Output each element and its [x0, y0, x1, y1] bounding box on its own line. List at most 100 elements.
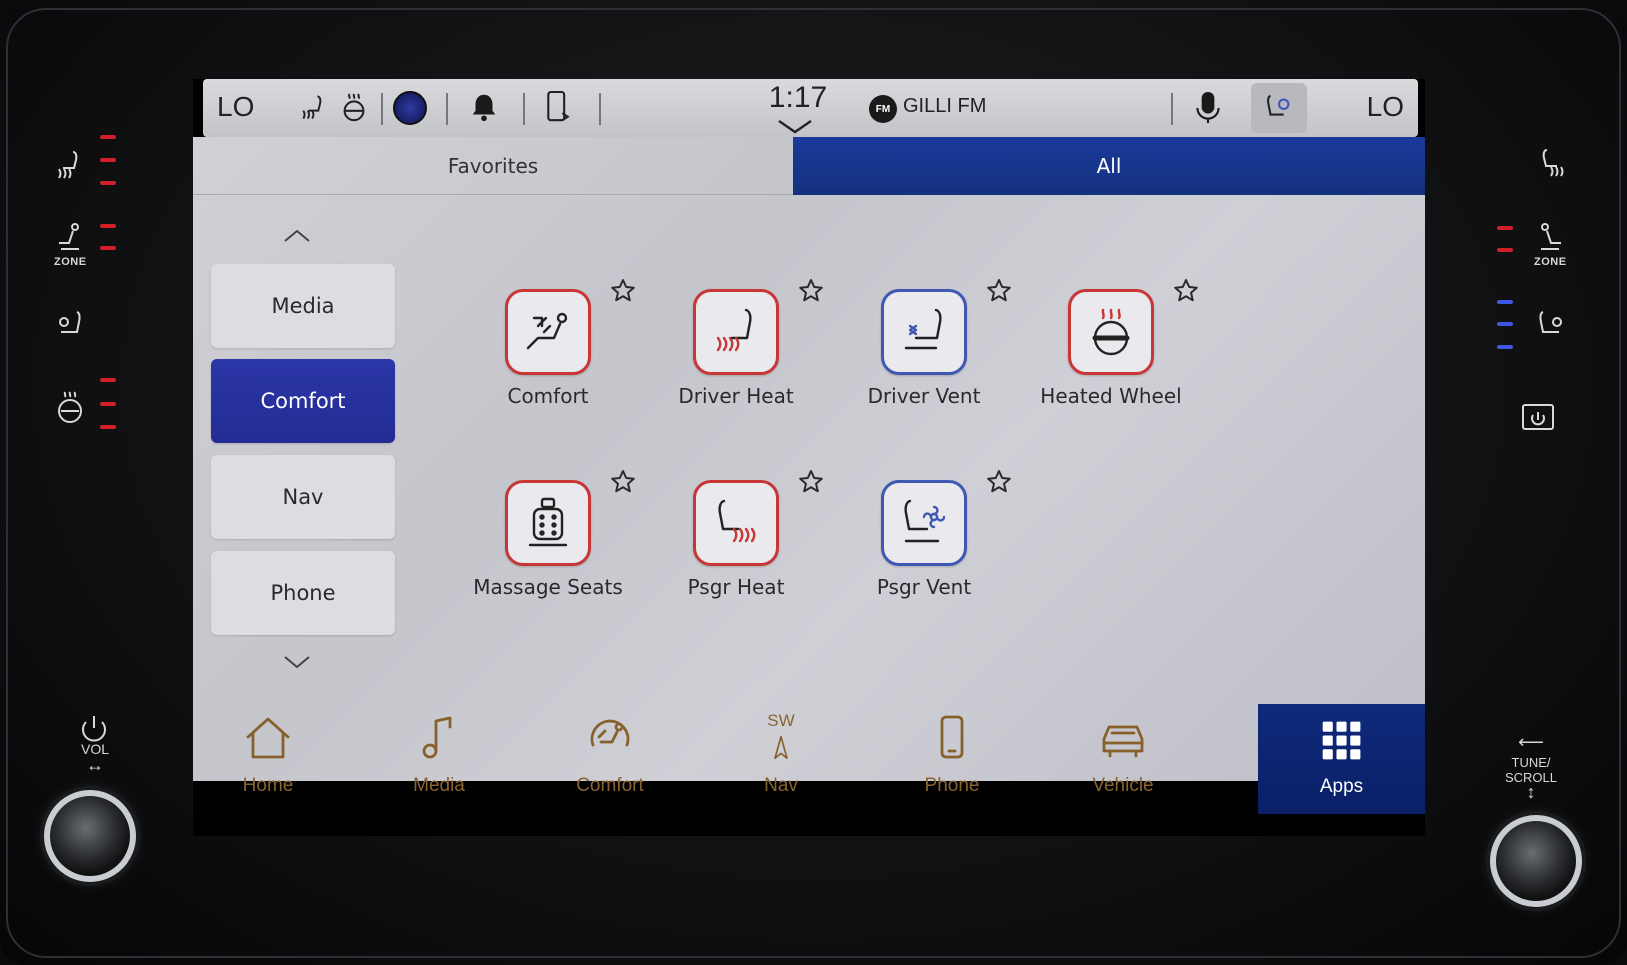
nav-comfort[interactable]: Comfort: [550, 713, 670, 836]
left-heat-led-3: [100, 181, 116, 185]
passenger-vent-status-button[interactable]: [1251, 83, 1307, 133]
seat-zone-icon: [59, 223, 79, 250]
app-label: Driver Vent: [867, 384, 981, 408]
comfort-icon: [590, 719, 630, 747]
app-massage-seats[interactable]: Massage Seats: [463, 470, 635, 640]
tune-scroll-knob[interactable]: [1490, 815, 1582, 907]
apps-grid-icon: [1322, 721, 1360, 760]
favorite-star-icon[interactable]: [797, 277, 825, 305]
nav-nav[interactable]: SW Nav: [721, 711, 841, 836]
seat-heat-icon: [58, 151, 78, 179]
status-separator: [523, 93, 525, 125]
right-zone-button[interactable]: [1530, 218, 1570, 258]
left-temp[interactable]: LO: [217, 91, 254, 123]
favorite-star-icon[interactable]: [797, 468, 825, 496]
app-driver-vent[interactable]: Driver Vent: [839, 279, 1011, 449]
massage-seat-icon[interactable]: [505, 480, 591, 566]
assistant-icon[interactable]: [393, 91, 427, 125]
status-separator: [599, 93, 601, 125]
nav-home[interactable]: Home: [208, 713, 328, 836]
tune-scroll-label: TUNE/ SCROLL: [1504, 755, 1558, 785]
screen-off-button[interactable]: [1515, 398, 1561, 438]
nav-home-label: Home: [242, 775, 294, 796]
nav-heading-label: SW: [767, 711, 795, 730]
favorite-star-icon[interactable]: [985, 468, 1013, 496]
favorite-star-icon[interactable]: [609, 468, 637, 496]
app-label: Heated Wheel: [1040, 384, 1182, 408]
app-comfort[interactable]: Comfort: [463, 279, 635, 449]
wheel-led-1: [100, 378, 116, 382]
tab-favorites[interactable]: Favorites: [193, 137, 793, 195]
app-passenger-vent[interactable]: Psgr Vent: [839, 470, 1011, 640]
passenger-seat-heat-button[interactable]: [1530, 143, 1570, 183]
tab-all[interactable]: All: [793, 137, 1425, 195]
left-heat-led-2: [100, 158, 116, 162]
favorite-star-icon[interactable]: [609, 277, 637, 305]
right-vent-led-1: [1497, 300, 1513, 304]
clock[interactable]: 1:17: [763, 81, 833, 115]
driver-seat-vent-button[interactable]: [50, 305, 90, 345]
radio-band-badge[interactable]: FM: [869, 95, 897, 123]
tune-back-arrow-icon: ⟵: [1518, 732, 1544, 752]
right-zone-led-1: [1497, 226, 1513, 230]
phone-connection-icon[interactable]: [543, 89, 577, 127]
driver-heat-icon[interactable]: [693, 289, 779, 375]
heated-wheel-button[interactable]: [50, 388, 90, 428]
status-separator: [446, 93, 448, 125]
favorite-star-icon[interactable]: [1172, 277, 1200, 305]
driver-seat-heat-status-icon[interactable]: [298, 93, 332, 125]
left-zone-button[interactable]: [50, 218, 90, 258]
music-note-icon: [422, 716, 452, 759]
right-vent-led-3: [1497, 345, 1513, 349]
heated-wheel-icon[interactable]: [1068, 289, 1154, 375]
status-bar: LO 1:17 FM GILLI FM LO: [203, 79, 1418, 137]
right-temp[interactable]: LO: [1367, 91, 1404, 123]
heated-wheel-status-icon[interactable]: [339, 93, 371, 125]
passenger-seat-vent-button[interactable]: [1530, 305, 1570, 345]
left-zone-led-2: [100, 246, 116, 250]
infotainment-screen: LO 1:17 FM GILLI FM LO Favorites All Med…: [193, 79, 1425, 836]
volume-knob[interactable]: [44, 790, 136, 882]
app-label: Psgr Vent: [876, 575, 972, 599]
steering-wheel-heat-icon: [58, 391, 82, 423]
right-zone-led-2: [1497, 248, 1513, 252]
app-passenger-heat[interactable]: Psgr Heat: [651, 470, 823, 640]
chevron-down-icon[interactable]: [277, 653, 317, 673]
status-separator: [381, 93, 383, 125]
vehicle-icon: [1102, 725, 1144, 758]
category-nav[interactable]: Nav: [211, 455, 395, 539]
category-comfort[interactable]: Comfort: [211, 359, 395, 443]
app-heated-wheel[interactable]: Heated Wheel: [1026, 279, 1198, 449]
app-driver-heat[interactable]: Driver Heat: [651, 279, 823, 449]
passenger-vent-icon[interactable]: [881, 480, 967, 566]
home-icon: [246, 717, 290, 759]
chevron-up-icon[interactable]: [277, 225, 317, 245]
right-vent-led-2: [1497, 322, 1513, 326]
comfort-icon[interactable]: [505, 289, 591, 375]
vol-arrows-icon: ↔: [86, 755, 104, 775]
status-separator: [1171, 93, 1173, 125]
app-label: Comfort: [507, 384, 589, 408]
nav-media[interactable]: Media: [379, 713, 499, 836]
left-heat-led-1: [100, 135, 116, 139]
radio-station[interactable]: GILLI FM: [903, 95, 986, 118]
screen-power-icon: [1522, 404, 1554, 430]
category-phone[interactable]: Phone: [211, 551, 395, 635]
nav-nav-label: Nav: [764, 775, 798, 796]
chevron-down-icon[interactable]: [775, 117, 815, 135]
passenger-heat-icon[interactable]: [693, 480, 779, 566]
seat-zone-icon: [1541, 223, 1561, 250]
microphone-icon[interactable]: [1193, 89, 1227, 129]
nav-comfort-label: Comfort: [576, 775, 644, 796]
nav-phone[interactable]: Phone: [892, 713, 1012, 836]
wheel-led-3: [100, 425, 116, 429]
nav-apps[interactable]: Apps: [1258, 704, 1425, 814]
seat-vent-icon: [59, 311, 81, 333]
favorite-star-icon[interactable]: [985, 277, 1013, 305]
driver-seat-heat-button[interactable]: [50, 145, 90, 185]
notification-bell-icon[interactable]: [468, 91, 502, 125]
category-media[interactable]: Media: [211, 264, 395, 348]
nav-vehicle[interactable]: Vehicle: [1063, 713, 1183, 836]
phone-icon: [940, 715, 964, 759]
driver-vent-icon[interactable]: [881, 289, 967, 375]
